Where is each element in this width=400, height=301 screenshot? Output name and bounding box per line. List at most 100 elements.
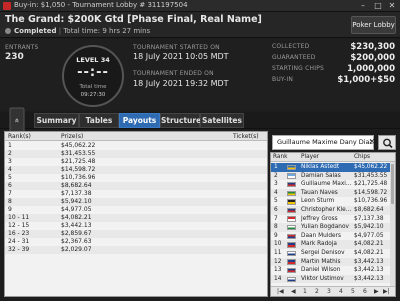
payout-row: 8 $5,942.10 — [5, 198, 267, 206]
country-flag-icon — [287, 190, 296, 197]
payout-rank: 7 — [8, 190, 12, 197]
country-flag-icon — [287, 276, 296, 283]
last-page-icon[interactable]: ▶| — [383, 288, 390, 295]
player-rank: 12 — [274, 258, 282, 265]
tab-structure[interactable]: Structure — [160, 113, 201, 128]
first-page-icon[interactable]: |◀ — [277, 288, 284, 295]
player-name: Leon Sturm — [301, 198, 335, 205]
payouts-header: Rank(s) Prize(s) Ticket(s) — [5, 132, 267, 141]
scrollbar-thumb[interactable] — [391, 164, 394, 204]
player-row[interactable]: 9 Daan Mulders $4,977.05 — [271, 232, 391, 241]
player-row[interactable]: 14 Viktor Ustimov $3,442.13 — [271, 274, 391, 284]
player-row[interactable]: 10 Mark Radoja $4,082.21 — [271, 240, 391, 249]
payout-prize: $10,736.96 — [61, 174, 96, 181]
player-name: Yulian Bogdanov — [301, 224, 349, 231]
tab-tables[interactable]: Tables — [79, 113, 119, 128]
poker-lobby-button[interactable]: Poker Lobby — [351, 16, 396, 34]
payout-prize: $4,082.21 — [61, 214, 92, 221]
country-flag-icon — [287, 181, 296, 188]
player-rank: 14 — [274, 275, 282, 282]
starting-chips-value: 1,000,000 — [347, 64, 395, 74]
player-rank: 11 — [274, 250, 282, 256]
payout-rank: 4 — [8, 166, 12, 173]
player-search-input[interactable]: Guillaume Maxime Dany Diaz — [272, 135, 374, 150]
player-row[interactable]: 5 Leon Sturm $10,736.96 — [271, 197, 391, 206]
player-rank: 3 — [274, 181, 278, 188]
payout-rank: 24 - 31 — [8, 238, 30, 245]
player-row[interactable]: 13 Daniel Wilson $3,442.13 — [271, 266, 391, 275]
prize-column-header[interactable]: Prize(s) — [61, 133, 83, 140]
maximize-button[interactable]: □ — [371, 0, 385, 11]
player-row[interactable]: 6 Christopher Kle... $8,682.64 — [271, 206, 391, 215]
player-row[interactable]: 4 Tauan Naves $14,598.72 — [271, 188, 391, 198]
player-row[interactable]: 3 Guillaume Maxi... $21,725.48 — [271, 180, 391, 189]
player-rank-column-header[interactable]: Rank — [273, 154, 287, 160]
payout-rank: 3 — [8, 158, 12, 165]
page-4[interactable]: 4 — [339, 288, 343, 295]
minimize-button[interactable]: – — [356, 0, 370, 11]
player-row[interactable]: 1 Niklas Astedt $45,062.22 — [271, 163, 391, 172]
total-time-value: 9 hrs 27 mins — [102, 27, 151, 35]
player-chips: $3,442.13 — [354, 258, 384, 265]
player-rank: 5 — [274, 198, 278, 205]
next-page-icon[interactable]: ▶ — [374, 288, 379, 295]
player-row[interactable]: 2 Damian Salas $31,453.55 — [271, 171, 391, 181]
ticket-column-header[interactable]: Ticket(s) — [233, 133, 259, 140]
page-5[interactable]: 5 — [351, 288, 355, 295]
payout-row: 3 $21,725.48 — [5, 158, 267, 166]
payout-prize: $2,859.67 — [61, 230, 92, 237]
buy-in-value: $1,000+$50 — [337, 75, 395, 85]
players-header: Rank Player Chips — [271, 153, 395, 162]
player-name: Niklas Astedt — [301, 164, 340, 170]
tab-payouts[interactable]: Payouts — [119, 113, 160, 128]
page-1[interactable]: 1 — [303, 288, 307, 295]
country-flag-icon — [287, 207, 296, 214]
payout-prize: $4,977.05 — [61, 206, 92, 213]
guaranteed-label: GUARANTEED — [272, 54, 316, 61]
app-logo-icon — [3, 2, 11, 10]
total-time-label: Total time: — [63, 27, 101, 35]
guaranteed-value: $200,000 — [350, 53, 395, 63]
payout-row: 24 - 31 $2,367.63 — [5, 238, 267, 246]
page-2[interactable]: 2 — [315, 288, 319, 295]
lobby-tabs: « Summary Tables Payouts Structure Satel… — [0, 107, 400, 134]
tab-satellites[interactable]: Satellites — [200, 113, 244, 128]
payout-rank: 32 - 39 — [8, 246, 30, 253]
prev-page-icon[interactable]: ◀ — [291, 288, 296, 295]
player-row[interactable]: 12 Martin Mathis $3,442.13 — [271, 257, 391, 267]
player-chips: $5,942.10 — [354, 224, 384, 231]
player-chips-column-header[interactable]: Chips — [354, 154, 370, 160]
window-title: Buy-in: $1,050 - Tournament Lobby # 3111… — [14, 1, 188, 9]
player-chips: $14,598.72 — [354, 189, 388, 196]
collected-value: $230,300 — [350, 42, 395, 52]
window-titlebar: Buy-in: $1,050 - Tournament Lobby # 3111… — [0, 0, 400, 12]
payout-rank: 6 — [8, 182, 12, 189]
rank-column-header[interactable]: Rank(s) — [8, 133, 31, 140]
players-scrollbar[interactable] — [390, 162, 395, 288]
ended-date: 18 July 2021 — [133, 79, 184, 88]
player-name: Jeffrey Gross — [301, 215, 338, 222]
player-chips: $4,082.21 — [354, 250, 384, 256]
player-name-column-header[interactable]: Player — [301, 154, 319, 160]
payout-prize: $14,598.72 — [61, 166, 96, 173]
country-flag-icon — [287, 224, 296, 231]
clear-search-icon[interactable]: ✕ — [368, 138, 376, 146]
players-pager: |◀ ◀ 1 2 3 4 5 6 ▶ ▶| — [271, 286, 395, 296]
search-button[interactable] — [378, 135, 396, 150]
close-button[interactable]: ✕ — [385, 0, 399, 11]
country-flag-icon — [287, 267, 296, 274]
payout-row: 1 $45,062.22 — [5, 142, 267, 150]
tab-summary[interactable]: Summary — [34, 113, 79, 128]
player-row[interactable]: 7 Jeffrey Gross $7,137.38 — [271, 215, 391, 224]
player-chips: $4,082.21 — [354, 241, 384, 248]
country-flag-icon — [287, 216, 296, 222]
page-3[interactable]: 3 — [327, 288, 331, 295]
player-row[interactable]: 8 Yulian Bogdanov $5,942.10 — [271, 223, 391, 232]
player-name: Sergei Denisov — [301, 250, 345, 256]
page-6[interactable]: 6 — [363, 288, 367, 295]
country-flag-icon — [287, 259, 296, 265]
country-flag-icon — [287, 173, 296, 179]
collapse-chevron-icon[interactable]: « — [9, 107, 25, 134]
payout-row: 4 $14,598.72 — [5, 166, 267, 174]
player-row[interactable]: 11 Sergei Denisov $4,082.21 — [271, 249, 391, 258]
